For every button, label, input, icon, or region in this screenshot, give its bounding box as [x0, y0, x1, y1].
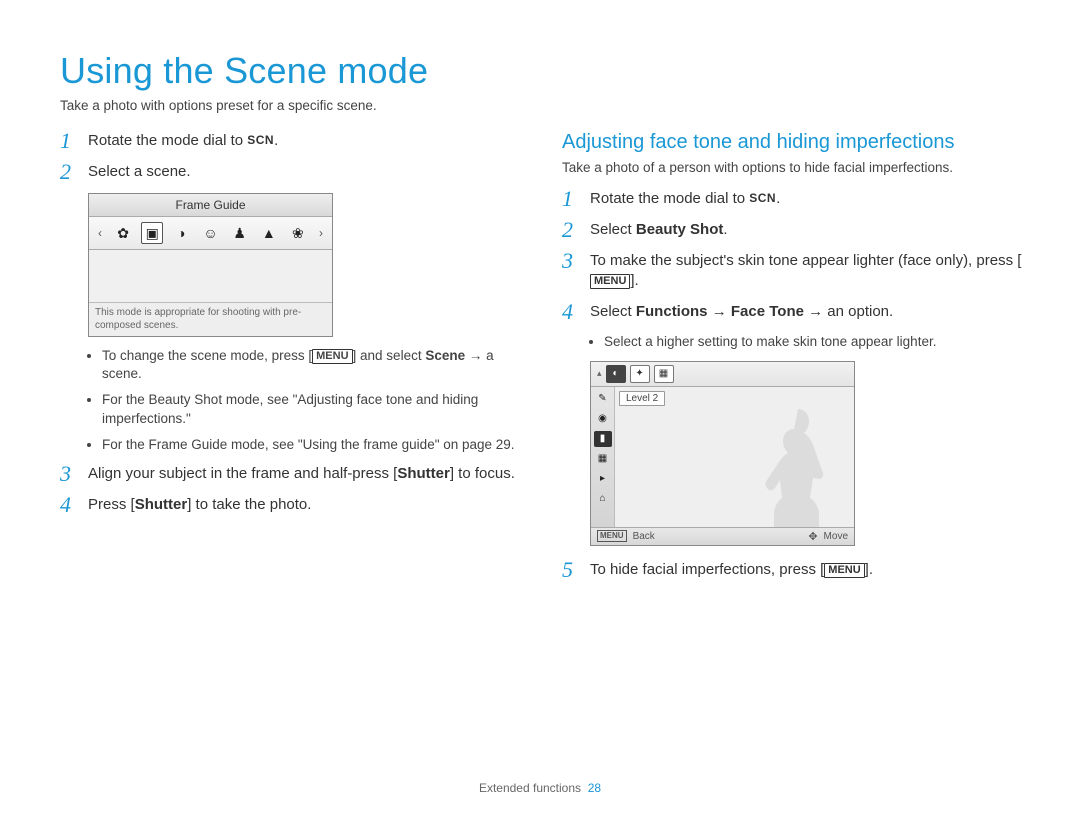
step-number: 1	[562, 188, 590, 210]
landscape-icon: ▲	[258, 222, 280, 244]
level-indicator: Level 2	[619, 391, 665, 406]
step-number: 3	[60, 463, 88, 485]
face-retouch-tab-icon: ✦	[630, 365, 650, 383]
menu-icon: MENU	[312, 349, 352, 364]
left-step-2: 2 Select a scene.	[60, 162, 528, 183]
right-step-4: 4 Select Functions → Face Tone → an opti…	[562, 302, 1030, 323]
step-text: Select a scene.	[88, 162, 191, 182]
nav-pad-icon: ✥	[808, 530, 817, 543]
left-column: 1 Rotate the mode dial to SCN. 2 Select …	[60, 131, 528, 591]
move-label: Move	[824, 531, 848, 542]
footer-page-number: 28	[588, 781, 601, 795]
right-step-2: 2 Select Beauty Shot.	[562, 220, 1030, 241]
scene-selector-description: This mode is appropriate for shooting wi…	[89, 302, 332, 336]
sidebar-icon: ▮	[594, 431, 612, 447]
menu-icon: MENU	[824, 563, 864, 578]
back-label: Back	[633, 531, 655, 542]
right-bullet-1: Select a higher setting to make skin ton…	[604, 333, 1030, 351]
frame-guide-icon: ▣	[141, 222, 163, 244]
sidebar-icon: ⌂	[594, 491, 612, 507]
scene-selector-screenshot: Frame Guide ‹ ✿ ▣ ◑ ☺ ♟ ▲ ❀ › This mode …	[88, 193, 333, 337]
footer-section: Extended functions	[479, 781, 581, 795]
portrait-icon: ☺	[200, 222, 222, 244]
person-silhouette-icon	[746, 399, 836, 527]
sidebar-icon: ◉	[594, 411, 612, 427]
left-step-1: 1 Rotate the mode dial to SCN.	[60, 131, 528, 152]
sidebar-icon: ▦	[594, 451, 612, 467]
left-step-4: 4 Press [Shutter] to take the photo.	[60, 495, 528, 516]
chevron-up-icon: ▴	[597, 368, 602, 379]
beauty-top-tabs: ▴ ◐ ✦ ▦	[591, 362, 854, 387]
sidebar-icon: ▸	[594, 471, 612, 487]
left-bullet-2: For the Beauty Shot mode, see "Adjusting…	[102, 391, 528, 427]
beauty-shot-icon: ✿	[112, 222, 134, 244]
right-step-3: 3 To make the subject's skin tone appear…	[562, 251, 1030, 292]
beauty-preview: Level 2	[615, 387, 854, 527]
scn-icon: SCN	[247, 133, 274, 147]
left-bullet-1: To change the scene mode, press [MENU] a…	[102, 347, 528, 383]
night-icon: ◑	[170, 222, 192, 244]
step-number: 3	[562, 250, 590, 272]
menu-icon: MENU	[597, 530, 627, 542]
chevron-right-icon: ›	[316, 226, 326, 240]
page-subtitle: Take a photo with options preset for a s…	[60, 98, 1030, 113]
step-number: 2	[562, 219, 590, 241]
scene-selector-title: Frame Guide	[89, 194, 332, 217]
left-bullet-3: For the Frame Guide mode, see "Using the…	[102, 436, 528, 454]
left-step-3: 3 Align your subject in the frame and ha…	[60, 464, 528, 485]
section-heading: Adjusting face tone and hiding imperfect…	[562, 131, 1030, 154]
page-footer: Extended functions 28	[0, 781, 1080, 795]
step-number: 1	[60, 130, 88, 152]
scene-icon-row: ‹ ✿ ▣ ◑ ☺ ♟ ▲ ❀ ›	[89, 217, 332, 250]
face-tone-tab-icon: ◐	[606, 365, 626, 383]
closeup-icon: ❀	[287, 222, 309, 244]
step-number: 4	[562, 301, 590, 323]
right-column: Adjusting face tone and hiding imperfect…	[562, 131, 1030, 591]
chevron-left-icon: ‹	[95, 226, 105, 240]
page-title: Using the Scene mode	[60, 50, 1030, 92]
right-step-1: 1 Rotate the mode dial to SCN.	[562, 189, 1030, 210]
step-number: 4	[60, 494, 88, 516]
step-number: 2	[60, 161, 88, 183]
beauty-shot-screenshot: ▴ ◐ ✦ ▦ ✎ ◉ ▮ ▦ ▸ ⌂ Level 2	[590, 361, 855, 546]
step-text: Rotate the mode dial to	[88, 132, 247, 149]
sidebar-icon: ✎	[594, 391, 612, 407]
step-text: .	[274, 132, 278, 149]
section-subtitle: Take a photo of a person with options to…	[562, 160, 1030, 175]
children-icon: ♟	[229, 222, 251, 244]
scn-icon: SCN	[749, 191, 776, 205]
beauty-sidebar: ✎ ◉ ▮ ▦ ▸ ⌂	[591, 387, 615, 527]
menu-icon: MENU	[590, 274, 630, 289]
step-number: 5	[562, 559, 590, 581]
right-step-5: 5 To hide facial imperfections, press [M…	[562, 560, 1030, 581]
tab-icon: ▦	[654, 365, 674, 383]
